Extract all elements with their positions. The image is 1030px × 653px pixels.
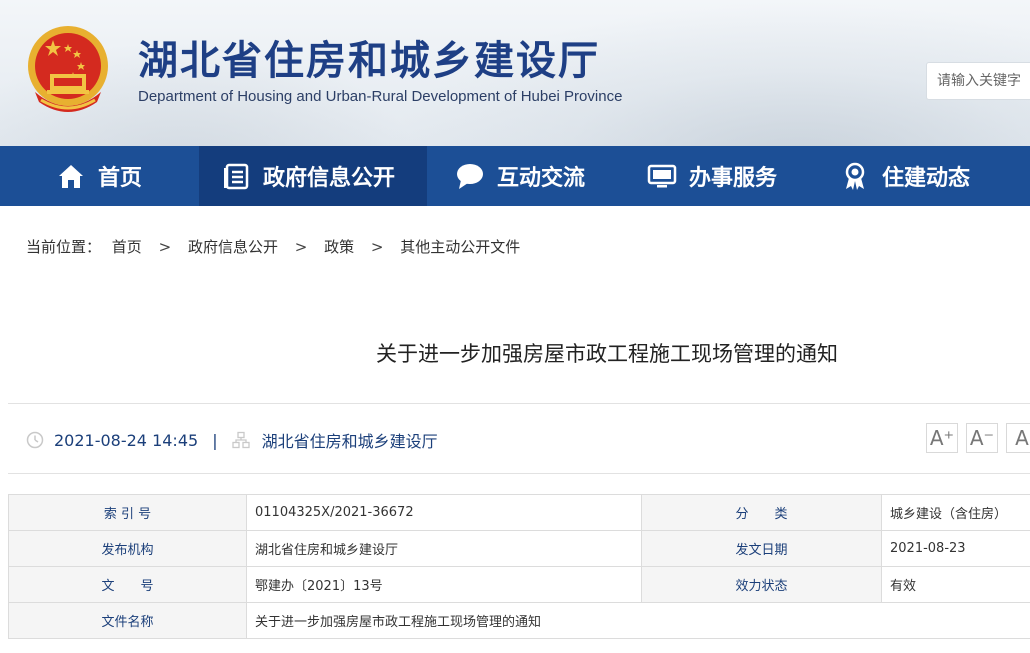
table-row: 文件名称 关于进一步加强房屋市政工程施工现场管理的通知 — [8, 602, 1030, 639]
article-meta: 2021-08-24 14:45 | 湖北省住房和城乡建设厅 — [26, 428, 438, 452]
category-value: 城乡建设（含住房） — [881, 494, 1030, 531]
document-name-label: 文件名称 — [8, 602, 247, 639]
breadcrumb-prefix: 当前位置： — [26, 238, 102, 256]
nav-item-news[interactable]: 住建动态 — [840, 146, 970, 206]
issuing-org-label: 发布机构 — [8, 530, 247, 567]
table-row: 文 号 鄂建办〔2021〕13号 效力状态 有效 — [8, 566, 1030, 603]
search-input[interactable] — [927, 63, 1030, 99]
breadcrumb-item-other-files[interactable]: 其他主动公开文件 — [400, 238, 520, 256]
article-title: 关于进一步加强房屋市政工程施工现场管理的通知 — [376, 342, 838, 366]
main-nav: 首页 政府信息公开 互动交流 办事服务 住建动态 — [0, 146, 1030, 206]
breadcrumb-item-gov-info[interactable]: 政府信息公开 — [188, 238, 278, 256]
divider-top — [8, 403, 1030, 404]
nav-item-label: 互动交流 — [497, 166, 586, 191]
divider-bottom — [8, 473, 1030, 474]
breadcrumb-item-home[interactable]: 首页 — [112, 238, 142, 256]
document-list-icon — [221, 161, 251, 191]
font-decrease-button[interactable]: A⁻ — [966, 423, 998, 453]
nav-item-label: 政府信息公开 — [263, 166, 396, 191]
document-name-value: 关于进一步加强房屋市政工程施工现场管理的通知 — [246, 602, 1030, 639]
index-number-value: 01104325X/2021-36672 — [246, 494, 642, 531]
issue-date-label: 发文日期 — [641, 530, 882, 567]
site-title: 湖北省住房和城乡建设厅 — [138, 37, 600, 84]
nav-item-label: 首页 — [98, 166, 143, 191]
home-icon — [56, 161, 86, 191]
category-label: 分 类 — [641, 494, 882, 531]
validity-status-label: 效力状态 — [641, 566, 882, 603]
nav-item-gov-info[interactable]: 政府信息公开 — [199, 146, 427, 206]
index-number-label: 索 引 号 — [8, 494, 247, 531]
font-default-button[interactable]: A — [1006, 423, 1030, 453]
site-header: 湖北省住房和城乡建设厅 Department of Housing and Ur… — [0, 0, 1030, 146]
chat-bubble-icon — [455, 161, 485, 191]
table-row: 索 引 号 01104325X/2021-36672 分 类 城乡建设（含住房） — [8, 494, 1030, 531]
validity-status-value: 有效 — [881, 566, 1030, 603]
meta-separator: | — [212, 430, 218, 450]
award-badge-icon — [840, 161, 870, 191]
breadcrumb-separator: > — [158, 238, 172, 256]
monitor-icon — [647, 161, 677, 191]
publish-source: 湖北省住房和城乡建设厅 — [261, 432, 438, 451]
nav-item-interaction[interactable]: 互动交流 — [455, 146, 585, 206]
document-info-table: 索 引 号 01104325X/2021-36672 分 类 城乡建设（含住房）… — [8, 494, 1030, 639]
document-number-value: 鄂建办〔2021〕13号 — [246, 566, 642, 603]
clock-icon — [26, 431, 44, 449]
table-row: 发布机构 湖北省住房和城乡建设厅 发文日期 2021-08-23 — [8, 530, 1030, 567]
national-emblem-icon[interactable] — [23, 22, 113, 118]
nav-item-services[interactable]: 办事服务 — [647, 146, 777, 206]
breadcrumb-separator: > — [294, 238, 308, 256]
breadcrumb: 当前位置： 首页 > 政府信息公开 > 政策 > 其他主动公开文件 — [26, 236, 520, 257]
document-number-label: 文 号 — [8, 566, 247, 603]
font-increase-button[interactable]: A⁺ — [926, 423, 958, 453]
site-subtitle: Department of Housing and Urban-Rural De… — [138, 88, 623, 105]
search-box — [926, 62, 1030, 100]
breadcrumb-item-policy[interactable]: 政策 — [324, 238, 354, 256]
nav-item-home[interactable]: 首页 — [56, 146, 142, 206]
org-chart-icon — [231, 431, 250, 449]
issue-date-value: 2021-08-23 — [881, 530, 1030, 567]
issuing-org-value: 湖北省住房和城乡建设厅 — [246, 530, 642, 567]
publish-datetime: 2021-08-24 14:45 — [54, 430, 199, 450]
nav-item-label: 办事服务 — [689, 166, 778, 191]
nav-item-label: 住建动态 — [882, 166, 971, 191]
breadcrumb-separator: > — [370, 238, 384, 256]
